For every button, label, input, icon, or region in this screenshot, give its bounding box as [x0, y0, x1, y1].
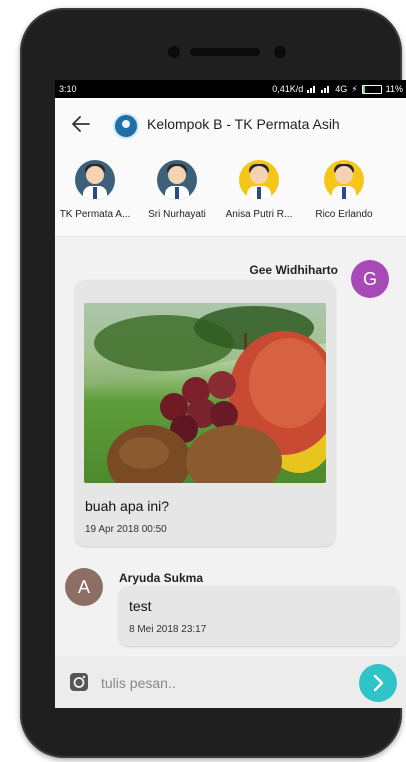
arrow-left-icon[interactable] — [69, 112, 93, 136]
member-item[interactable]: Sri Nurhayati — [138, 160, 216, 220]
message-timestamp: 8 Mei 2018 23:17 — [129, 624, 207, 635]
message-text: test — [129, 598, 152, 614]
message-bubble[interactable]: test 8 Mei 2018 23:17 — [119, 586, 399, 646]
member-list: TK Permata A... Sri Nurhayati Anisa Putr… — [55, 154, 406, 237]
earpiece — [160, 44, 300, 60]
avatar — [157, 160, 197, 200]
app-screen: 3:10 0,41K/d 4G ⚡ 11% Kelompok B - TK Pe… — [55, 80, 406, 708]
member-name: TK Permata A... — [59, 209, 131, 220]
message-text: buah apa ini? — [85, 498, 170, 514]
chevron-right-icon — [373, 674, 384, 692]
member-item[interactable]: TK Permata A... — [56, 160, 134, 220]
front-camera — [274, 46, 286, 58]
member-item[interactable]: Rico Erlando — [305, 160, 383, 220]
status-bar: 3:10 0,41K/d 4G ⚡ 11% — [55, 80, 406, 98]
group-avatar — [113, 113, 139, 139]
message-composer — [55, 656, 406, 708]
message-bubble[interactable]: buah apa ini? 19 Apr 2018 00:50 — [75, 280, 335, 546]
camera-icon[interactable] — [69, 672, 89, 692]
data-speed: 0,41K/d — [272, 84, 304, 94]
avatar[interactable]: G — [351, 260, 389, 298]
sender-name: Gee Widhiharto — [249, 263, 338, 277]
app-bar: Kelompok B - TK Permata Asih — [55, 98, 406, 154]
avatar — [75, 160, 115, 200]
member-name: Anisa Putri R... — [225, 209, 293, 220]
avatar — [239, 160, 279, 200]
send-button[interactable] — [359, 664, 397, 702]
fruit-photo[interactable] — [84, 303, 326, 483]
status-indicators: 0,41K/d 4G ⚡ 11% — [272, 80, 403, 98]
battery-percent: 11% — [385, 84, 403, 94]
battery-fill — [362, 85, 365, 93]
battery-icon — [361, 84, 382, 94]
network-type: 4G — [335, 84, 348, 94]
page-title: Kelompok B - TK Permata Asih — [147, 116, 340, 132]
message-input[interactable] — [99, 671, 343, 695]
member-name: Rico Erlando — [315, 209, 373, 220]
phone-frame: 3:10 0,41K/d 4G ⚡ 11% Kelompok B - TK Pe… — [20, 8, 406, 758]
signal-icon — [307, 85, 317, 93]
avatar[interactable]: A — [65, 568, 103, 606]
fruit-photo-illustration — [84, 303, 326, 483]
charging-icon: ⚡ — [351, 84, 358, 94]
avatar — [324, 160, 364, 200]
signal-icon — [321, 85, 331, 93]
speaker-grill — [190, 48, 260, 56]
sender-name: Aryuda Sukma — [119, 571, 204, 585]
front-sensor — [168, 46, 180, 58]
status-time: 3:10 — [59, 84, 77, 94]
member-name: Sri Nurhayati — [148, 209, 206, 220]
member-item[interactable]: Anisa Putri R... — [220, 160, 298, 220]
message-timestamp: 19 Apr 2018 00:50 — [85, 524, 167, 535]
